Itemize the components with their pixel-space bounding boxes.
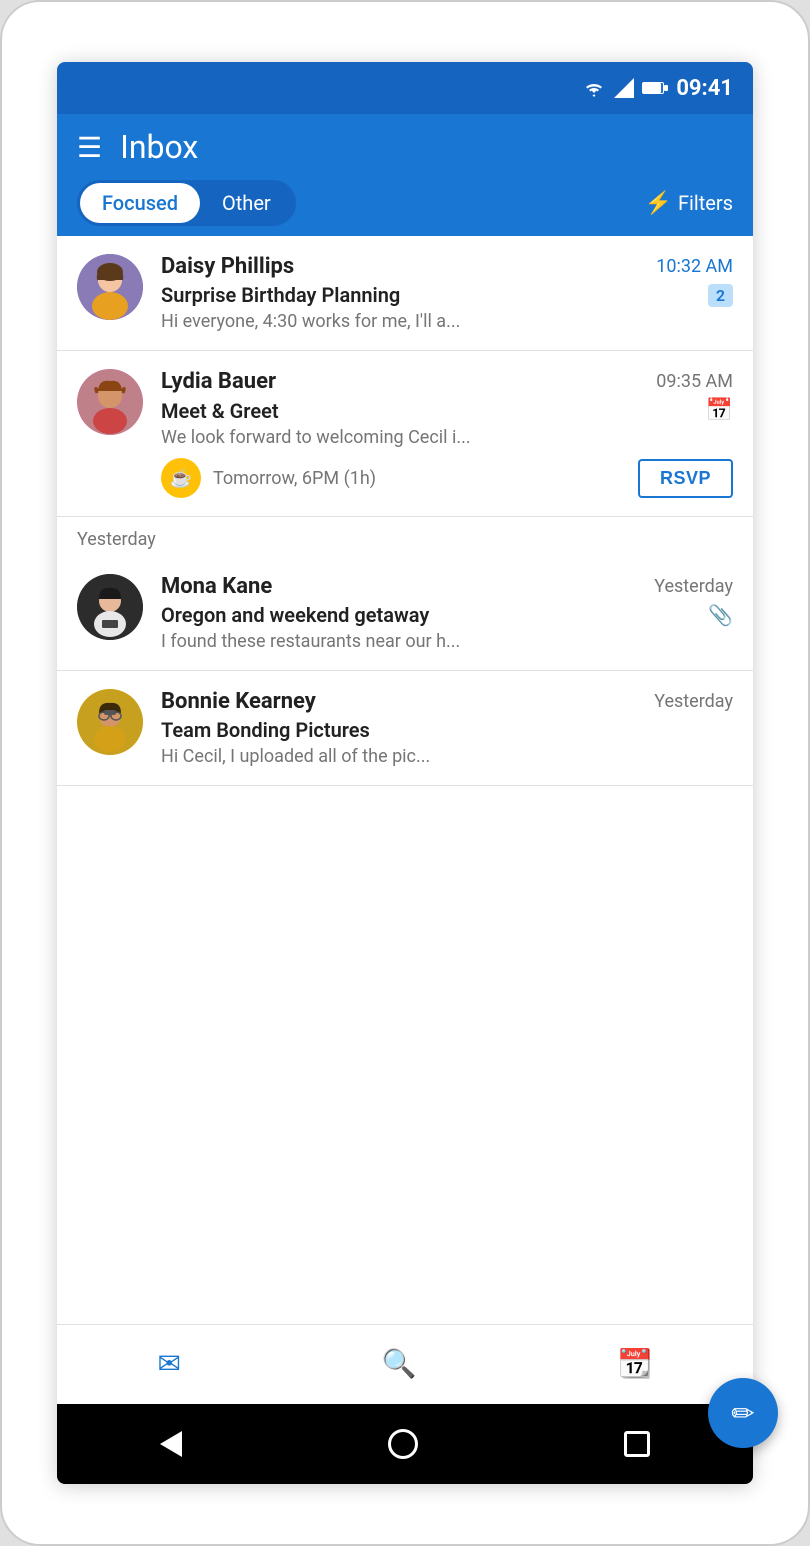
search-icon: 🔍 — [382, 1347, 417, 1380]
email-header-lydia: Lydia Bauer 09:35 AM — [161, 369, 733, 394]
rsvp-button[interactable]: RSVP — [638, 459, 733, 498]
bottom-nav: ✉ 🔍 📆 — [57, 1324, 753, 1404]
phone-frame: 09:41 ☰ Inbox Focused Other ⚡ Filters — [0, 0, 810, 1546]
event-time-text: Tomorrow, 6PM (1h) — [213, 468, 376, 489]
android-recents-button[interactable] — [624, 1431, 650, 1457]
tab-focused[interactable]: Focused — [80, 183, 200, 223]
email-item-bonnie[interactable]: Bonnie Kearney Yesterday Team Bonding Pi… — [57, 671, 753, 786]
wifi-icon — [582, 79, 606, 97]
email-item-daisy[interactable]: Daisy Phillips 10:32 AM Surprise Birthda… — [57, 236, 753, 351]
email-header-bonnie: Bonnie Kearney Yesterday — [161, 689, 733, 714]
email-subject-lydia: Meet & Greet 📅 — [161, 398, 733, 423]
email-time-daisy: 10:32 AM — [656, 256, 733, 277]
signal-icon — [614, 78, 634, 98]
email-content-mona: Mona Kane Yesterday Oregon and weekend g… — [161, 574, 733, 652]
nav-search[interactable]: 🔍 — [382, 1347, 417, 1382]
status-time: 09:41 — [676, 76, 733, 101]
event-icon-circle: ☕ — [161, 458, 201, 498]
email-preview-bonnie: Hi Cecil, I uploaded all of the pic... — [161, 746, 733, 767]
battery-icon — [642, 81, 668, 95]
avatar-daisy — [77, 254, 143, 320]
filters-label: Filters — [678, 191, 733, 215]
android-back-button[interactable] — [160, 1431, 182, 1457]
sender-name-bonnie: Bonnie Kearney — [161, 689, 316, 714]
email-list: Daisy Phillips 10:32 AM Surprise Birthda… — [57, 236, 753, 1324]
email-preview-lydia: We look forward to welcoming Cecil i... — [161, 427, 733, 448]
status-bar: 09:41 — [57, 62, 753, 114]
recents-square-icon — [624, 1431, 650, 1457]
app-title: Inbox — [120, 128, 198, 166]
event-info-lydia: ☕ Tomorrow, 6PM (1h) — [161, 458, 376, 498]
android-nav-bar — [57, 1404, 753, 1484]
nav-mail[interactable]: ✉ — [157, 1347, 180, 1382]
unread-badge-daisy: 2 — [708, 284, 733, 307]
email-time-mona: Yesterday — [654, 576, 733, 597]
phone-inner: 09:41 ☰ Inbox Focused Other ⚡ Filters — [57, 62, 753, 1484]
attachment-icon-mona: 📎 — [708, 603, 733, 627]
filters-button[interactable]: ⚡ Filters — [645, 191, 733, 216]
tab-row: Focused Other ⚡ Filters — [77, 180, 733, 236]
compose-icon: ✏ — [731, 1397, 753, 1430]
tab-other[interactable]: Other — [200, 183, 293, 223]
mail-icon: ✉ — [157, 1347, 180, 1380]
avatar-image-mona — [77, 574, 143, 640]
calendar-nav-icon: 📆 — [618, 1347, 653, 1380]
android-home-button[interactable] — [388, 1429, 418, 1459]
email-content-lydia: Lydia Bauer 09:35 AM Meet & Greet 📅 We l… — [161, 369, 733, 448]
avatar-mona — [77, 574, 143, 640]
email-subject-bonnie: Team Bonding Pictures — [161, 718, 733, 742]
hamburger-menu-icon[interactable]: ☰ — [77, 131, 102, 164]
avatar-image-bonnie — [77, 689, 143, 755]
email-preview-mona: I found these restaurants near our h... — [161, 631, 733, 652]
avatar-bonnie — [77, 689, 143, 755]
email-time-bonnie: Yesterday — [654, 691, 733, 712]
coffee-icon: ☕ — [170, 468, 192, 489]
app-bar: ☰ Inbox Focused Other ⚡ Filters — [57, 114, 753, 236]
section-header-yesterday: Yesterday — [57, 517, 753, 556]
email-content-bonnie: Bonnie Kearney Yesterday Team Bonding Pi… — [161, 689, 733, 767]
email-header-daisy: Daisy Phillips 10:32 AM — [161, 254, 733, 279]
sender-name-lydia: Lydia Bauer — [161, 369, 276, 394]
email-content-daisy: Daisy Phillips 10:32 AM Surprise Birthda… — [161, 254, 733, 332]
event-card-lydia: ☕ Tomorrow, 6PM (1h) RSVP — [77, 458, 733, 498]
calendar-icon-lydia: 📅 — [706, 398, 733, 423]
email-header-mona: Mona Kane Yesterday — [161, 574, 733, 599]
email-item-mona[interactable]: Mona Kane Yesterday Oregon and weekend g… — [57, 556, 753, 671]
avatar-lydia — [77, 369, 143, 435]
email-item-lydia[interactable]: Lydia Bauer 09:35 AM Meet & Greet 📅 We l… — [57, 351, 753, 517]
email-subject-mona: Oregon and weekend getaway 📎 — [161, 603, 733, 627]
back-triangle-icon — [160, 1431, 182, 1457]
home-circle-icon — [388, 1429, 418, 1459]
bolt-icon: ⚡ — [645, 191, 672, 216]
tab-group: Focused Other — [77, 180, 296, 226]
email-preview-daisy: Hi everyone, 4:30 works for me, I'll a..… — [161, 311, 733, 332]
sender-name-daisy: Daisy Phillips — [161, 254, 294, 279]
nav-calendar[interactable]: 📆 — [618, 1347, 653, 1382]
avatar-image-lydia — [77, 369, 143, 435]
email-subject-daisy: Surprise Birthday Planning 2 — [161, 283, 733, 307]
email-time-lydia: 09:35 AM — [656, 371, 733, 392]
avatar-image-daisy — [77, 254, 143, 320]
app-bar-top: ☰ Inbox — [77, 128, 733, 166]
sender-name-mona: Mona Kane — [161, 574, 272, 599]
status-icons: 09:41 — [582, 76, 733, 101]
